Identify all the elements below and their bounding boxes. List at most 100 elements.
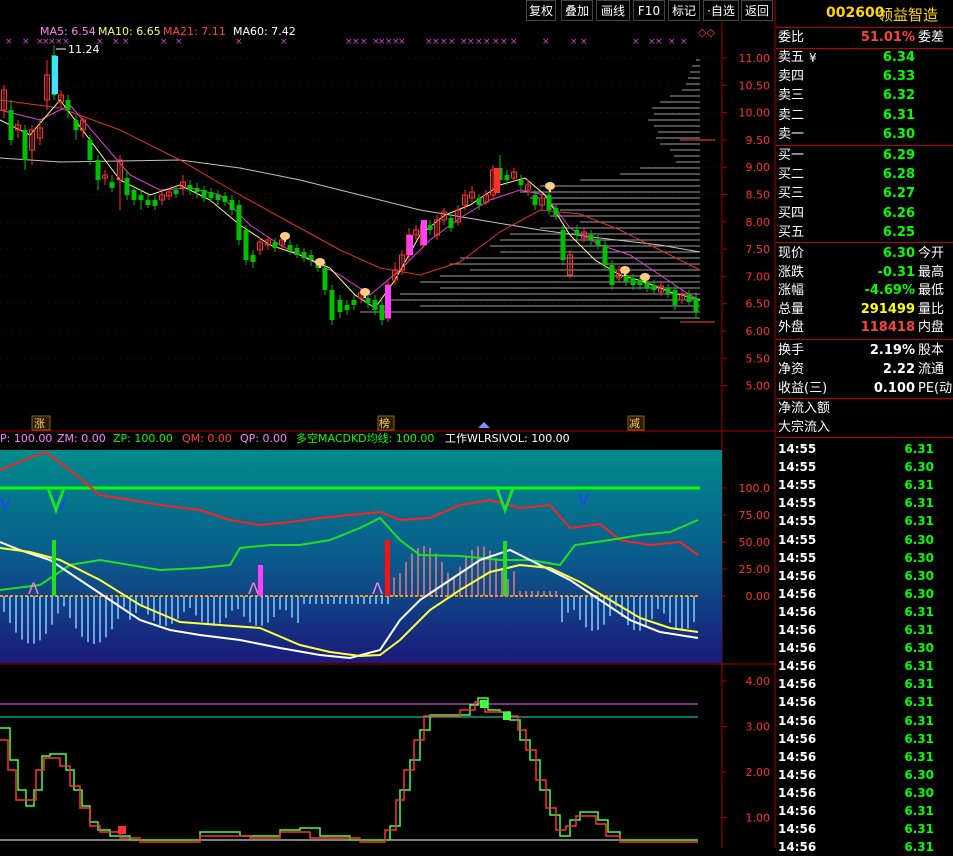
svg-text:×: × — [500, 37, 508, 47]
svg-text:V: V — [0, 495, 11, 514]
green-step-line — [0, 697, 698, 841]
bid-level-2[interactable]: 买二 6.28 — [776, 166, 953, 184]
toolbar-button-2[interactable]: 画线 — [596, 0, 630, 21]
flow-row: 净流入额 — [778, 401, 831, 416]
event-label-1[interactable]: 涨 — [34, 417, 45, 430]
svg-text:×: × — [352, 37, 360, 47]
svg-text:×: × — [432, 37, 440, 47]
tick-row: 14:56 6.31 — [778, 731, 934, 746]
svg-text:工作WLRSIVOL: 100.00: 工作WLRSIVOL: 100.00 — [445, 432, 570, 445]
tick-row: 14:56 6.31 — [778, 623, 934, 637]
svg-text:×: × — [398, 37, 406, 47]
ask-level-1[interactable]: 卖一 6.30 — [776, 126, 953, 144]
svg-text:×: × — [448, 37, 456, 47]
price-tick: 8.00 — [746, 216, 771, 229]
ma10-legend: MA10: 6.65 — [98, 25, 161, 38]
price-axis: 11.00 10.50 10.00 9.50 9.00 8.50 8.00 7.50 7.00 6… — [722, 52, 770, 393]
toolbar-button-4[interactable]: 标记 — [668, 0, 700, 21]
svg-text:×: × — [475, 37, 483, 47]
price-tick: 9.50 — [746, 134, 771, 147]
tick-row: 14:56 6.31 — [778, 804, 934, 818]
svg-text:QP: 0.00: QP: 0.00 — [240, 432, 287, 445]
tick-row: 14:56 6.31 — [778, 749, 934, 764]
price-tick: 7.50 — [746, 243, 771, 256]
bid-level-5[interactable]: 买五 6.25 — [776, 224, 953, 242]
bid-level-3[interactable]: 买三 6.27 — [776, 185, 953, 203]
tick-row: 14:56 6.30 — [778, 641, 934, 656]
svg-text:×: × — [5, 37, 13, 47]
bottom-axis: 4.00 3.00 2.00 1.00 — [722, 675, 770, 825]
bid-level-4[interactable]: 买四 6.26 — [776, 205, 953, 223]
chart-area[interactable]: 11.00 10.50 10.00 9.50 9.00 8.50 8.00 7.50 7.00 6… — [0, 0, 776, 848]
ma5-legend: MA5: 6.54 — [40, 25, 96, 38]
ma60-legend: MA60: 7.42 — [233, 25, 296, 38]
svg-text:×: × — [668, 37, 676, 47]
signal-markers: × × ××× × × × × × × × × × × × × ×× × ×× × × × × × × × × × × × × × × × × × ×… — [5, 37, 688, 47]
stat-row[interactable]: 现价 6.30 今开 — [776, 245, 953, 263]
ask-level-5[interactable]: 卖五 6.34 ¥ — [776, 49, 953, 67]
stock-header: 002600 领益智造 — [776, 0, 953, 28]
stock-name: 领益智造 — [878, 6, 939, 24]
tick-row: 14:56 6.31 — [778, 822, 934, 837]
svg-text:25.00: 25.00 — [739, 563, 771, 576]
bid-level-1[interactable]: 买一 6.29 — [776, 147, 953, 165]
price-tick: 7.00 — [746, 270, 771, 283]
event-label-3[interactable]: 减 — [629, 417, 640, 430]
svg-text:P: 100.00: P: 100.00 — [0, 432, 52, 445]
svg-text:ZP: 100.00: ZP: 100.00 — [113, 432, 173, 445]
price-tick: 6.50 — [746, 298, 771, 311]
red-step-line — [0, 701, 698, 843]
svg-text:×: × — [467, 37, 475, 47]
stat-row[interactable]: 外盘 118418 内盘 — [776, 319, 953, 337]
diamond-icon[interactable]: ◇◇ — [698, 26, 715, 39]
ask-level-2[interactable]: 卖二 6.31 — [776, 107, 953, 125]
stock-code: 002600 — [826, 5, 885, 21]
tick-row: 14:55 6.30 — [778, 550, 934, 565]
svg-text:×: × — [280, 37, 288, 47]
svg-text:Λ: Λ — [372, 579, 383, 598]
toolbar-button-1[interactable]: 叠加 — [561, 0, 593, 21]
svg-text:75.00: 75.00 — [739, 509, 771, 522]
stat-row[interactable]: 涨跌 -0.31 最高 — [776, 264, 953, 282]
svg-text:V: V — [578, 490, 589, 509]
stat-row[interactable]: 总量 291499 量比 — [776, 301, 953, 319]
svg-text:×: × — [160, 37, 168, 47]
ask-level-3[interactable]: 卖三 6.32 — [776, 87, 953, 105]
event-label-2[interactable]: 榜 — [379, 416, 390, 430]
stat-row[interactable]: 涨幅 -4.69% 最低 — [776, 282, 953, 300]
svg-text:×: × — [122, 37, 130, 47]
indicator-legend: P: 100.00 ZM: 0.00 ZP: 100.00 QM: 0.00 Q… — [0, 431, 570, 445]
fundamental-row[interactable]: 净资 2.22 流通 — [776, 361, 953, 379]
price-tick: 10.00 — [739, 107, 771, 120]
high-price-marker: 11.24 — [68, 43, 100, 56]
triangle-marker-icon[interactable] — [478, 422, 490, 428]
tick-row: 14:55 6.31 — [778, 496, 934, 511]
price-tick: 11.00 — [739, 52, 771, 65]
toolbar-button-0[interactable]: 复权 — [526, 0, 556, 21]
tick-row: 14:56 6.31 — [778, 840, 934, 855]
tick-row: 14:56 6.30 — [778, 568, 934, 583]
currency-icon: ¥ — [809, 51, 817, 65]
svg-text:1.00: 1.00 — [746, 812, 771, 825]
toolbar-button-5[interactable]: ·自选 — [703, 0, 739, 21]
tick-row: 14:56 6.31 — [778, 677, 934, 692]
svg-text:多空MACDKD均线: 100.00: 多空MACDKD均线: 100.00 — [296, 431, 434, 445]
svg-text:×: × — [492, 37, 500, 47]
ma10-line — [0, 104, 701, 301]
price-tick: 9.00 — [746, 161, 771, 174]
fundamental-row[interactable]: 换手 2.19% 股本 — [776, 342, 953, 360]
toolbar-button-6[interactable]: 返回 — [741, 0, 773, 21]
fundamental-row[interactable]: 收益(三) 0.100 PE(动 — [776, 380, 953, 398]
toolbar-button-3[interactable]: F10 — [633, 0, 665, 21]
tick-row: 14:56 6.30 — [778, 767, 934, 782]
svg-text:×: × — [632, 37, 640, 47]
tick-row: 14:56 6.30 — [778, 586, 934, 601]
svg-text:QM: 0.00: QM: 0.00 — [182, 432, 232, 445]
svg-text:×: × — [570, 37, 578, 47]
svg-text:×: × — [175, 37, 183, 47]
tick-row: 14:55 6.30 — [778, 532, 934, 547]
svg-text:×: × — [680, 37, 688, 47]
candlesticks — [1, 45, 699, 325]
ask-level-4[interactable]: 卖四 6.33 — [776, 68, 953, 86]
svg-text:×: × — [360, 37, 368, 47]
